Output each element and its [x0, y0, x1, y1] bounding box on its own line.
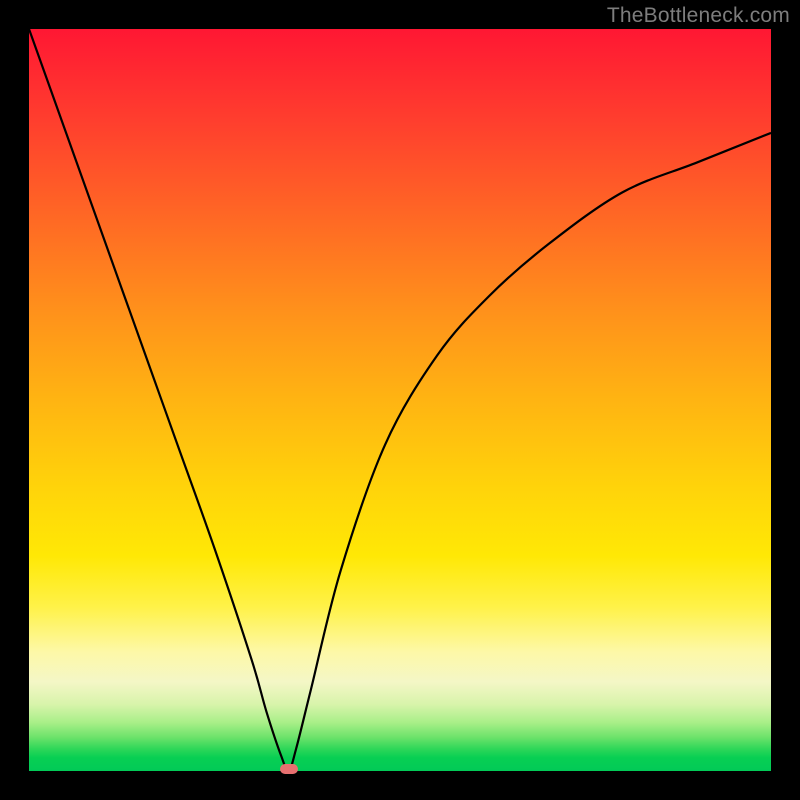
plot-area — [29, 29, 771, 771]
bottleneck-curve — [29, 29, 771, 771]
curve-path — [29, 29, 771, 771]
minimum-marker — [280, 764, 298, 774]
watermark-text: TheBottleneck.com — [607, 4, 790, 28]
